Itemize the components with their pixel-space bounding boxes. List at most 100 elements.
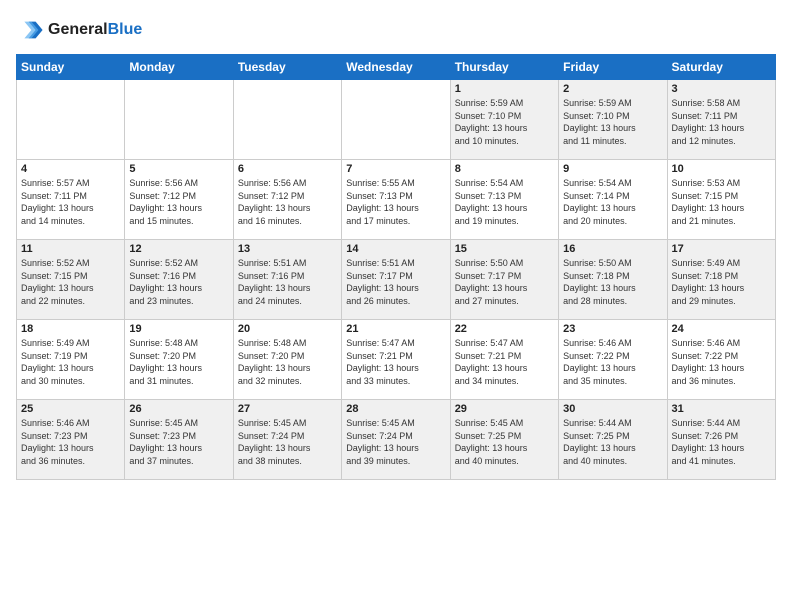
calendar-cell (342, 80, 450, 160)
day-number: 19 (129, 323, 228, 335)
day-number: 31 (672, 403, 771, 415)
day-info: Sunrise: 5:59 AM Sunset: 7:10 PM Dayligh… (563, 97, 662, 147)
day-info: Sunrise: 5:56 AM Sunset: 7:12 PM Dayligh… (238, 177, 337, 227)
day-number: 6 (238, 163, 337, 175)
day-number: 24 (672, 323, 771, 335)
day-number: 25 (21, 403, 120, 415)
day-number: 21 (346, 323, 445, 335)
day-number: 29 (455, 403, 554, 415)
weekday-header-saturday: Saturday (667, 55, 775, 80)
day-number: 12 (129, 243, 228, 255)
calendar-cell: 28 Sunrise: 5:45 AM Sunset: 7:24 PM Dayli… (342, 400, 450, 480)
day-info: Sunrise: 5:48 AM Sunset: 7:20 PM Dayligh… (238, 337, 337, 387)
header: GeneralBlue (16, 16, 776, 44)
calendar-cell: 18 Sunrise: 5:49 AM Sunset: 7:19 PM Dayli… (17, 320, 125, 400)
day-number: 26 (129, 403, 228, 415)
calendar-cell: 1Sunrise: 5:59 AM Sunset: 7:10 PM Daylig… (450, 80, 558, 160)
calendar-cell: 7 Sunrise: 5:55 AM Sunset: 7:13 PM Daylig… (342, 160, 450, 240)
day-info: Sunrise: 5:45 AM Sunset: 7:25 PM Dayligh… (455, 417, 554, 467)
day-number: 9 (563, 163, 662, 175)
day-info: Sunrise: 5:49 AM Sunset: 7:18 PM Dayligh… (672, 257, 771, 307)
page: GeneralBlue SundayMondayTuesdayWednesday… (0, 0, 792, 612)
day-number: 3 (672, 83, 771, 95)
day-info: Sunrise: 5:56 AM Sunset: 7:12 PM Dayligh… (129, 177, 228, 227)
calendar-cell: 30 Sunrise: 5:44 AM Sunset: 7:25 PM Dayli… (559, 400, 667, 480)
day-number: 22 (455, 323, 554, 335)
day-number: 20 (238, 323, 337, 335)
day-number: 23 (563, 323, 662, 335)
day-number: 11 (21, 243, 120, 255)
calendar-cell: 8 Sunrise: 5:54 AM Sunset: 7:13 PM Daylig… (450, 160, 558, 240)
day-info: Sunrise: 5:54 AM Sunset: 7:13 PM Dayligh… (455, 177, 554, 227)
day-info: Sunrise: 5:46 AM Sunset: 7:22 PM Dayligh… (563, 337, 662, 387)
calendar-cell: 13Sunrise: 5:51 AM Sunset: 7:16 PM Dayli… (233, 240, 341, 320)
day-number: 18 (21, 323, 120, 335)
calendar-cell: 11Sunrise: 5:52 AM Sunset: 7:15 PM Dayli… (17, 240, 125, 320)
weekday-header-monday: Monday (125, 55, 233, 80)
day-info: Sunrise: 5:55 AM Sunset: 7:13 PM Dayligh… (346, 177, 445, 227)
day-number: 16 (563, 243, 662, 255)
calendar-week-row: 11Sunrise: 5:52 AM Sunset: 7:15 PM Dayli… (17, 240, 776, 320)
calendar-cell: 20 Sunrise: 5:48 AM Sunset: 7:20 PM Dayli… (233, 320, 341, 400)
calendar-cell (125, 80, 233, 160)
day-info: Sunrise: 5:50 AM Sunset: 7:18 PM Dayligh… (563, 257, 662, 307)
day-info: Sunrise: 5:46 AM Sunset: 7:22 PM Dayligh… (672, 337, 771, 387)
calendar-cell: 23 Sunrise: 5:46 AM Sunset: 7:22 PM Dayli… (559, 320, 667, 400)
calendar-cell: 21 Sunrise: 5:47 AM Sunset: 7:21 PM Dayli… (342, 320, 450, 400)
day-info: Sunrise: 5:51 AM Sunset: 7:17 PM Dayligh… (346, 257, 445, 307)
day-info: Sunrise: 5:53 AM Sunset: 7:15 PM Dayligh… (672, 177, 771, 227)
day-number: 28 (346, 403, 445, 415)
calendar-cell: 4Sunrise: 5:57 AM Sunset: 7:11 PM Daylig… (17, 160, 125, 240)
calendar-table: SundayMondayTuesdayWednesdayThursdayFrid… (16, 54, 776, 480)
calendar-cell: 14Sunrise: 5:51 AM Sunset: 7:17 PM Dayli… (342, 240, 450, 320)
day-info: Sunrise: 5:44 AM Sunset: 7:25 PM Dayligh… (563, 417, 662, 467)
logo-icon (16, 16, 44, 44)
day-info: Sunrise: 5:48 AM Sunset: 7:20 PM Dayligh… (129, 337, 228, 387)
weekday-header-sunday: Sunday (17, 55, 125, 80)
day-info: Sunrise: 5:50 AM Sunset: 7:17 PM Dayligh… (455, 257, 554, 307)
day-info: Sunrise: 5:49 AM Sunset: 7:19 PM Dayligh… (21, 337, 120, 387)
calendar-cell: 16 Sunrise: 5:50 AM Sunset: 7:18 PM Dayli… (559, 240, 667, 320)
calendar-cell: 10Sunrise: 5:53 AM Sunset: 7:15 PM Dayli… (667, 160, 775, 240)
day-number: 30 (563, 403, 662, 415)
calendar-cell: 9Sunrise: 5:54 AM Sunset: 7:14 PM Daylig… (559, 160, 667, 240)
day-number: 27 (238, 403, 337, 415)
day-info: Sunrise: 5:45 AM Sunset: 7:24 PM Dayligh… (346, 417, 445, 467)
day-info: Sunrise: 5:47 AM Sunset: 7:21 PM Dayligh… (346, 337, 445, 387)
day-number: 13 (238, 243, 337, 255)
calendar-cell: 19 Sunrise: 5:48 AM Sunset: 7:20 PM Dayli… (125, 320, 233, 400)
calendar-week-row: 1 Sunrise: 5:59 AM Sunset: 7:10 PM Daylig… (17, 80, 776, 160)
logo: GeneralBlue (16, 16, 142, 44)
calendar-cell: 27 Sunrise: 5:45 AM Sunset: 7:24 PM Dayli… (233, 400, 341, 480)
day-number: 8 (455, 163, 554, 175)
calendar-week-row: 18 Sunrise: 5:49 AM Sunset: 7:19 PM Dayli… (17, 320, 776, 400)
day-info: Sunrise: 5:45 AM Sunset: 7:24 PM Dayligh… (238, 417, 337, 467)
calendar-cell: 26 Sunrise: 5:45 AM Sunset: 7:23 PM Dayli… (125, 400, 233, 480)
calendar-week-row: 4Sunrise: 5:57 AM Sunset: 7:11 PM Daylig… (17, 160, 776, 240)
weekday-header-friday: Friday (559, 55, 667, 80)
calendar-cell: 2Sunrise: 5:59 AM Sunset: 7:10 PM Daylig… (559, 80, 667, 160)
calendar-cell (233, 80, 341, 160)
calendar-cell: 17 Sunrise: 5:49 AM Sunset: 7:18 PM Dayli… (667, 240, 775, 320)
day-info: Sunrise: 5:46 AM Sunset: 7:23 PM Dayligh… (21, 417, 120, 467)
day-number: 1 (455, 83, 554, 95)
day-info: Sunrise: 5:52 AM Sunset: 7:16 PM Dayligh… (129, 257, 228, 307)
day-number: 7 (346, 163, 445, 175)
calendar-cell: 25 Sunrise: 5:46 AM Sunset: 7:23 PM Dayli… (17, 400, 125, 480)
weekday-header-tuesday: Tuesday (233, 55, 341, 80)
day-number: 15 (455, 243, 554, 255)
calendar-cell: 24 Sunrise: 5:46 AM Sunset: 7:22 PM Dayli… (667, 320, 775, 400)
day-number: 5 (129, 163, 228, 175)
day-number: 17 (672, 243, 771, 255)
day-info: Sunrise: 5:45 AM Sunset: 7:23 PM Dayligh… (129, 417, 228, 467)
day-info: Sunrise: 5:44 AM Sunset: 7:26 PM Dayligh… (672, 417, 771, 467)
calendar-cell: 22 Sunrise: 5:47 AM Sunset: 7:21 PM Dayli… (450, 320, 558, 400)
calendar-cell: 6 Sunrise: 5:56 AM Sunset: 7:12 PM Daylig… (233, 160, 341, 240)
weekday-header-wednesday: Wednesday (342, 55, 450, 80)
calendar-cell (17, 80, 125, 160)
day-info: Sunrise: 5:58 AM Sunset: 7:11 PM Dayligh… (672, 97, 771, 147)
calendar-cell: 12 Sunrise: 5:52 AM Sunset: 7:16 PM Dayli… (125, 240, 233, 320)
weekday-header-thursday: Thursday (450, 55, 558, 80)
calendar-cell: 31 Sunrise: 5:44 AM Sunset: 7:26 PM Dayli… (667, 400, 775, 480)
day-info: Sunrise: 5:47 AM Sunset: 7:21 PM Dayligh… (455, 337, 554, 387)
